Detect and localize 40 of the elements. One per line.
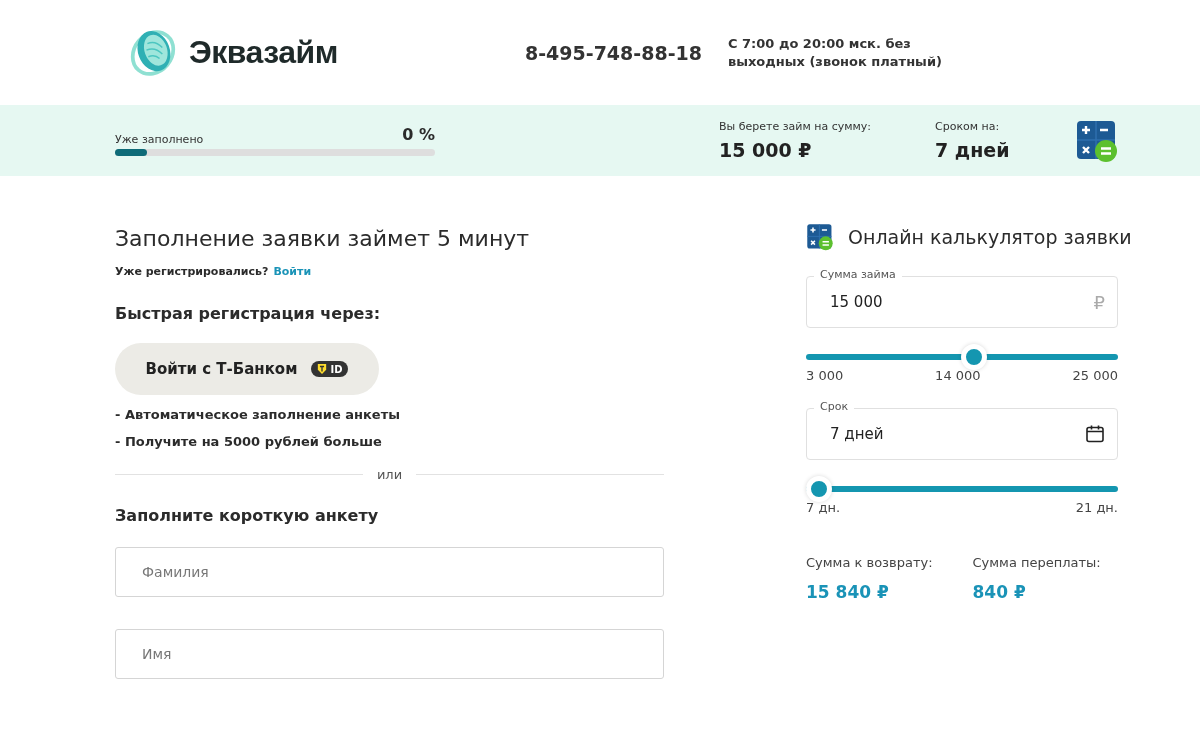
phone-number: 8-495-748-88-18 (525, 41, 702, 64)
tick-label: 14 000 (935, 368, 981, 383)
form-title: Заполнение заявки займет 5 минут (115, 226, 531, 251)
field-label: Сумма займа (814, 268, 902, 281)
working-hours: С 7:00 до 20:00 мск. без выходных (звонок платный) (727, 34, 943, 71)
input-field[interactable]: Имя (115, 629, 664, 679)
amount-label: Вы берете займ на сумму: (719, 120, 873, 133)
calculator-icon (1075, 118, 1119, 163)
currency-sign: ₽ (1093, 291, 1105, 313)
logo-text: Эквазайм (189, 34, 338, 71)
login-link[interactable]: Войти (273, 265, 312, 278)
term-value: 7 дней (935, 139, 1011, 161)
shield-icon (317, 363, 328, 375)
tick-label: 21 дн. (1075, 500, 1118, 515)
amount-value: 15 000 ₽ (719, 139, 813, 161)
benefit-text: - Получите на 5000 рублей больше (115, 434, 383, 449)
tbank-login-button[interactable]: Войти с Т-Банком ID (115, 343, 379, 395)
tick-label: 3 000 (806, 368, 844, 383)
field-label: Срок (814, 400, 855, 413)
field-value: 15 000 (830, 293, 883, 311)
section-title: Заполните короткую анкету (115, 506, 380, 525)
login-prompt: Уже регистрировались? (115, 265, 269, 278)
result-value: 840 ₽ (972, 582, 1027, 602)
calculator-icon (806, 223, 834, 251)
term-label: Сроком на: (935, 120, 1001, 133)
tick-label: 25 000 (1072, 368, 1118, 383)
calendar-icon (1085, 424, 1105, 444)
field-value: 7 дней (830, 425, 884, 443)
tick-label: 7 дн. (806, 500, 841, 515)
tbank-id-badge: ID (311, 361, 349, 377)
result-label: Сумма к возврату: (806, 555, 933, 570)
input-field[interactable]: Фамилия (115, 547, 664, 597)
calculator-title: Онлайн калькулятор заявки (848, 226, 1132, 248)
result-label: Сумма переплаты: (972, 555, 1101, 570)
progress-value: 0 % (402, 125, 435, 144)
result-value: 15 840 ₽ (806, 582, 890, 602)
progress-label: Уже заполнено (115, 133, 204, 146)
benefit-text: - Автоматическое заполнение анкеты (115, 407, 401, 422)
divider-text: или (376, 467, 403, 482)
section-title: Быстрая регистрация через: (115, 304, 382, 323)
